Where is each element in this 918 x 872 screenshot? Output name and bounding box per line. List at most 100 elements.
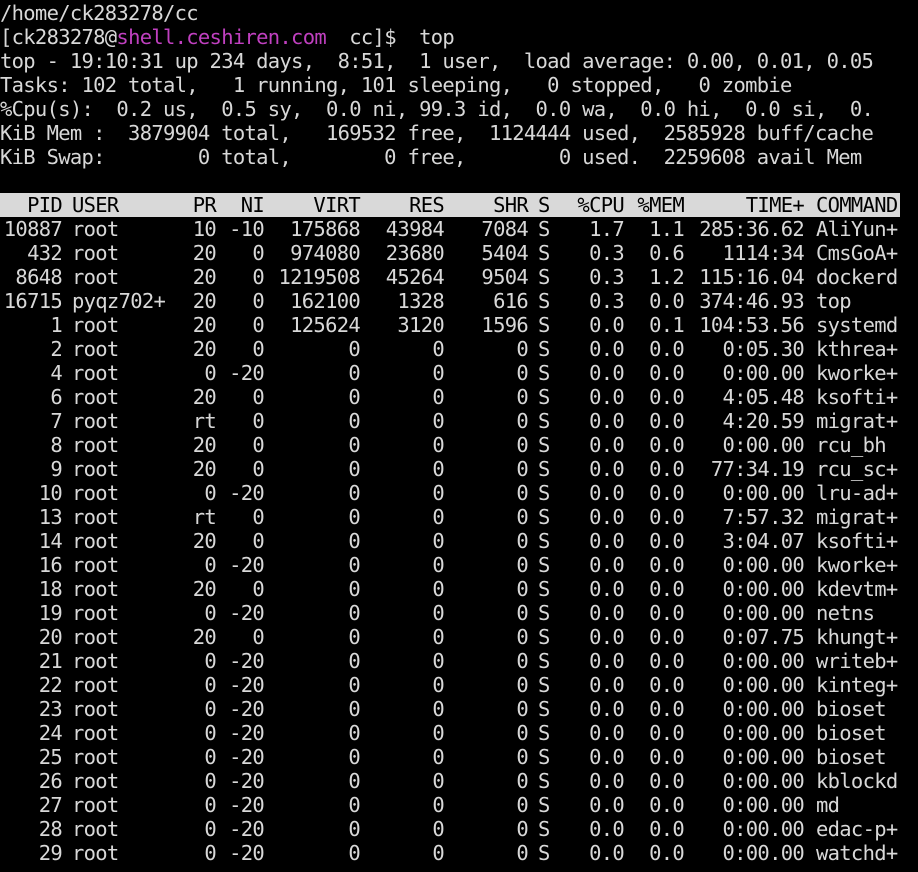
cell-user: root xyxy=(72,649,119,673)
cell-cpu: 0.0 xyxy=(589,361,625,385)
cell-time: 4:20.59 xyxy=(722,409,805,433)
cell-command: dockerd xyxy=(816,265,898,289)
cell-pid: 6 xyxy=(50,385,62,409)
cell-shr: 0 xyxy=(516,673,528,697)
terminal-window[interactable]: /home/ck283278/cc [ck283278@shell.ceshir… xyxy=(0,0,918,872)
cell-pr: 0 xyxy=(204,361,216,385)
top-tasks-line: Tasks: 102 total, 1 running, 101 sleepin… xyxy=(0,73,792,97)
cell-time: 285:36.62 xyxy=(699,217,804,241)
table-row: 8 root 20 0 0 0 0 S 0.0 0.0 0:00.00 rcu_bh xyxy=(0,433,918,457)
table-row: 14 root 20 0 0 0 0 S 0.0 0.0 3:04.07 ksofti+ xyxy=(0,529,918,553)
cell-time: 0:05.30 xyxy=(722,337,805,361)
cell-command: netns xyxy=(816,601,875,625)
cell-virt: 974080 xyxy=(290,241,361,265)
cell-shr: 0 xyxy=(516,697,528,721)
prompt-dir: cc]$ xyxy=(325,25,420,49)
cell-time: 1114:34 xyxy=(722,241,805,265)
cell-pr: 20 xyxy=(192,457,217,481)
cell-ni: -20 xyxy=(229,697,265,721)
cell-pid: 10 xyxy=(38,481,63,505)
cell-mem: 0.0 xyxy=(649,433,685,457)
working-directory: /home/ck283278/cc xyxy=(0,1,199,25)
cell-state: S xyxy=(538,457,550,481)
header-virt: VIRT xyxy=(313,193,360,217)
cell-time: 7:57.32 xyxy=(722,505,805,529)
cell-state: S xyxy=(538,841,550,865)
cell-command: edac-p+ xyxy=(816,817,898,841)
cell-res: 0 xyxy=(432,841,444,865)
cell-time: 4:05.48 xyxy=(722,385,805,409)
cell-state: S xyxy=(538,697,550,721)
cell-command: migrat+ xyxy=(816,505,898,529)
cell-cpu: 0.0 xyxy=(589,577,625,601)
cell-mem: 0.0 xyxy=(649,673,685,697)
cell-pid: 26 xyxy=(38,769,63,793)
cell-time: 3:04.07 xyxy=(722,529,805,553)
cell-res: 0 xyxy=(432,577,444,601)
cell-shr: 0 xyxy=(516,769,528,793)
top-swap-line: KiB Swap: 0 total, 0 free, 0 used. 22596… xyxy=(0,145,862,169)
table-row: 20 root 20 0 0 0 0 S 0.0 0.0 0:07.75 khungt+ xyxy=(0,625,918,649)
cell-pr: 0 xyxy=(204,817,216,841)
cell-mem: 0.0 xyxy=(649,289,685,313)
table-row: 26 root 0 -20 0 0 0 S 0.0 0.0 0:00.00 kblockd xyxy=(0,769,918,793)
cell-pid: 20 xyxy=(38,625,63,649)
cell-command: rcu_sc+ xyxy=(816,457,898,481)
cell-cpu: 1.7 xyxy=(589,217,625,241)
top-mem-line: KiB Mem : 3879904 total, 169532 free, 11… xyxy=(0,121,874,145)
shell-prompt: [ck283278@shell.ceshiren.com cc]$ top xyxy=(0,25,918,49)
cell-command: kblockd xyxy=(816,769,898,793)
cell-user: root xyxy=(72,673,119,697)
cell-res: 0 xyxy=(432,721,444,745)
cell-cpu: 0.0 xyxy=(589,697,625,721)
cell-virt: 0 xyxy=(348,745,360,769)
cell-mem: 0.0 xyxy=(649,505,685,529)
cell-shr: 0 xyxy=(516,529,528,553)
table-row: 16 root 0 -20 0 0 0 S 0.0 0.0 0:00.00 kworke+ xyxy=(0,553,918,577)
cell-ni: -20 xyxy=(229,793,265,817)
cell-cpu: 0.0 xyxy=(589,409,625,433)
header-time: TIME+ xyxy=(745,193,805,217)
top-cpu-line: %Cpu(s): 0.2 us, 0.5 sy, 0.0 ni, 99.3 id… xyxy=(0,97,874,121)
cell-command: bioset xyxy=(816,721,887,745)
cell-pr: 20 xyxy=(192,289,217,313)
cell-state: S xyxy=(538,409,550,433)
table-row: 2 root 20 0 0 0 0 S 0.0 0.0 0:05.30 kthrea+ xyxy=(0,337,918,361)
cell-shr: 5404 xyxy=(481,241,528,265)
cell-pid: 10887 xyxy=(3,217,63,241)
cell-pr: rt xyxy=(192,409,217,433)
cell-state: S xyxy=(538,721,550,745)
cell-command: migrat+ xyxy=(816,409,898,433)
table-row: 4 root 0 -20 0 0 0 S 0.0 0.0 0:00.00 kworke+ xyxy=(0,361,918,385)
cell-command: md xyxy=(816,793,840,817)
cell-cpu: 0.3 xyxy=(589,289,625,313)
table-row: 24 root 0 -20 0 0 0 S 0.0 0.0 0:00.00 bioset xyxy=(0,721,918,745)
cell-mem: 0.0 xyxy=(649,409,685,433)
cell-ni: 0 xyxy=(252,433,264,457)
cell-cpu: 0.0 xyxy=(589,625,625,649)
cell-virt: 0 xyxy=(348,481,360,505)
cell-user: root xyxy=(72,841,119,865)
cell-user: pyqz702+ xyxy=(72,289,166,313)
cell-pid: 28 xyxy=(38,817,63,841)
cell-user: root xyxy=(72,265,119,289)
cell-shr: 0 xyxy=(516,433,528,457)
header-user: USER xyxy=(72,193,119,217)
cell-state: S xyxy=(538,601,550,625)
cell-virt: 0 xyxy=(348,793,360,817)
cell-cpu: 0.3 xyxy=(589,241,625,265)
cell-res: 0 xyxy=(432,793,444,817)
cell-time: 0:00.00 xyxy=(722,553,805,577)
cell-virt: 0 xyxy=(348,361,360,385)
cell-res: 0 xyxy=(432,433,444,457)
cell-command: bioset xyxy=(816,697,887,721)
cell-time: 0:00.00 xyxy=(722,817,805,841)
cell-user: root xyxy=(72,481,119,505)
cell-time: 0:00.00 xyxy=(722,841,805,865)
cell-shr: 0 xyxy=(516,601,528,625)
cell-mem: 0.0 xyxy=(649,577,685,601)
cell-time: 0:00.00 xyxy=(722,745,805,769)
cell-virt: 0 xyxy=(348,601,360,625)
cell-command: writeb+ xyxy=(816,649,898,673)
cell-pid: 19 xyxy=(38,601,63,625)
